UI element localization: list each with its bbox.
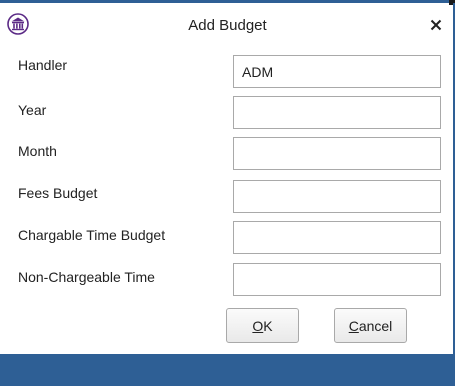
non-chargeable-time-label: Non-Chargeable Time [18, 269, 155, 285]
fees-budget-field[interactable] [233, 180, 441, 213]
month-field[interactable] [233, 137, 441, 170]
close-icon[interactable] [427, 16, 445, 34]
cancel-button[interactable]: Cancel [334, 308, 407, 343]
ok-mnemonic: O [252, 317, 264, 334]
dialog-title: Add Budget [188, 17, 267, 34]
year-field[interactable] [233, 96, 441, 129]
year-label: Year [18, 102, 47, 118]
status-bar [0, 354, 455, 386]
add-budget-dialog: Add Budget Handler Year Month Fees Budge… [0, 0, 455, 386]
chargeable-time-budget-label: Chargable Time Budget [18, 227, 166, 243]
chargeable-time-budget-field[interactable] [233, 221, 441, 254]
cancel-label-rest: ancel [358, 317, 393, 334]
cancel-mnemonic: C [348, 317, 359, 334]
non-chargeable-time-field[interactable] [233, 263, 441, 296]
handler-label: Handler [18, 57, 68, 73]
handler-field[interactable] [233, 55, 441, 88]
ok-button[interactable]: OK [226, 308, 299, 343]
month-label: Month [18, 143, 57, 159]
title-bar: Add Budget [0, 3, 455, 43]
fees-budget-label: Fees Budget [18, 185, 98, 201]
ok-label-rest: K [263, 317, 273, 334]
